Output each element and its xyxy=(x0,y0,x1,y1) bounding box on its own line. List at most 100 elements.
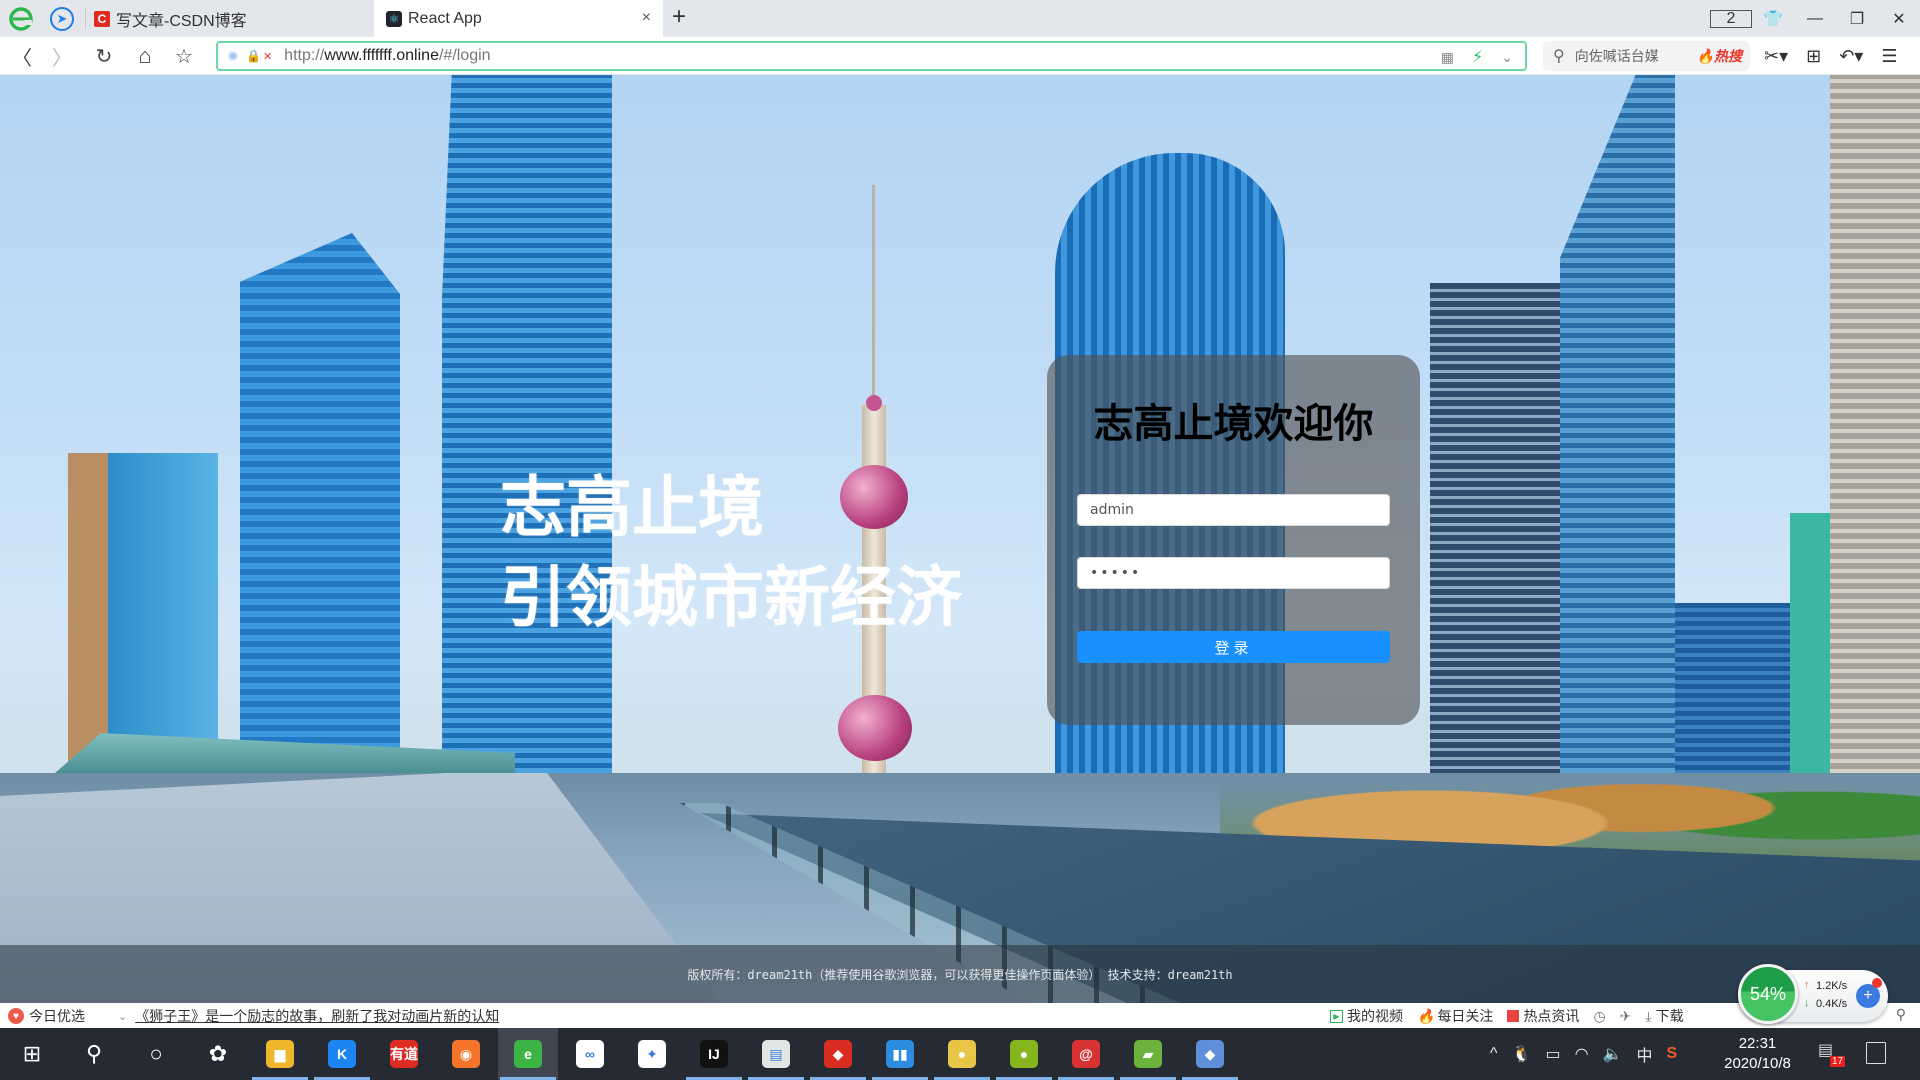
memory-usage-ball[interactable]: 54% xyxy=(1738,964,1798,1024)
system-clock[interactable]: 22:31 2020/10/8 xyxy=(1710,1034,1805,1074)
sogou-icon[interactable]: S xyxy=(1666,1045,1677,1063)
login-page: 志高止境 引领城市新经济 志高止境欢迎你 登录 版权所有：dream21th（推… xyxy=(0,75,1920,1003)
search-icon: ⚲ xyxy=(85,1041,103,1066)
bookmark-button[interactable]: ☆ xyxy=(170,42,198,70)
insecure-icon: ✕ xyxy=(262,50,273,63)
my-videos-link[interactable]: ▶ 我的视频 xyxy=(1330,1006,1403,1026)
qq-icon[interactable]: 🐧 xyxy=(1512,1044,1532,1064)
input-method-indicator[interactable]: 中 xyxy=(1636,1042,1652,1066)
app-snail-icon: @ xyxy=(1072,1040,1100,1068)
taskbar-app-intellij[interactable]: IJ xyxy=(684,1028,744,1080)
news-icon xyxy=(1507,1010,1520,1022)
undo-icon[interactable]: ↶▾ xyxy=(1839,46,1863,67)
taskbar-app-firefox[interactable]: ◉ xyxy=(436,1028,496,1080)
hot-news-link[interactable]: 热点资讯 xyxy=(1507,1006,1579,1026)
download-link[interactable]: ⤓ 下载 xyxy=(1645,1006,1683,1026)
page-footer: 版权所有：dream21th（推荐使用谷歌浏览器，可以获得更佳操作页面体验） 技… xyxy=(0,945,1920,1003)
taskbar-app-feishu[interactable]: ✦ xyxy=(622,1028,682,1080)
today-picks[interactable]: ♥ 今日优选 xyxy=(8,1006,85,1026)
clock-date: 2020/10/8 xyxy=(1724,1055,1791,1072)
chevron-down-icon[interactable]: ⌄ xyxy=(1501,49,1513,66)
hero-line-2: 引领城市新经济 xyxy=(500,559,962,636)
taskbar-app-start[interactable]: ⊞ xyxy=(2,1028,62,1080)
login-button[interactable]: 登录 xyxy=(1077,631,1390,663)
forward-button[interactable]: 〉 xyxy=(48,42,76,70)
taskbar-app-file-explorer[interactable]: ▆ xyxy=(250,1028,310,1080)
taskbar-app-youdao[interactable]: 有道 xyxy=(374,1028,434,1080)
media-tool-icon: ▮▮ xyxy=(886,1040,914,1068)
navigation-icon[interactable]: ➤ xyxy=(50,7,74,31)
taskbar-app-media-tool[interactable]: ▮▮ xyxy=(870,1028,930,1080)
terminal-icon: ▤ xyxy=(762,1040,790,1068)
daily-follow-link[interactable]: 🔥 每日关注 xyxy=(1417,1006,1493,1026)
tab-bar: ➤ C 写文章-CSDN博客 ⚛ React App × + 2 👕 — ❐ ✕ xyxy=(0,0,1920,37)
screenshot-icon[interactable]: ✂▾ xyxy=(1764,46,1788,67)
taskbar-app-app-melon[interactable]: ● xyxy=(994,1028,1054,1080)
minimize-button[interactable]: — xyxy=(1794,10,1836,28)
show-hidden-icons-button[interactable]: ^ xyxy=(1490,1045,1498,1063)
close-window-button[interactable]: ✕ xyxy=(1878,9,1920,29)
csdn-icon: C xyxy=(94,10,110,27)
taskbar-app-app-green[interactable]: ▰ xyxy=(1118,1028,1178,1080)
app-green-icon: ▰ xyxy=(1134,1040,1162,1068)
reload-button[interactable]: ↻ xyxy=(90,42,118,70)
taskbar-app-browser-360[interactable]: e xyxy=(498,1028,558,1080)
back-button[interactable]: 〈 xyxy=(8,42,36,70)
taskbar-app-redis[interactable]: ◆ xyxy=(808,1028,868,1080)
new-tab-button[interactable]: + xyxy=(672,3,686,31)
qr-code-icon[interactable]: ▦ xyxy=(1441,49,1454,66)
search-input[interactable]: ⚲ 向佐喊话台媒 🔥热搜 xyxy=(1543,41,1750,71)
browser-logo-icon[interactable] xyxy=(8,6,34,32)
rocket-icon[interactable]: ✈ xyxy=(1620,1008,1632,1025)
url-path: /#/login xyxy=(438,47,491,64)
news-link[interactable]: 《狮子王》是一个励志的故事，刷新了我对动画片新的认知 xyxy=(135,1006,499,1026)
news-ticker: ⌄ 《狮子王》是一个励志的故事，刷新了我对动画片新的认知 xyxy=(118,1006,499,1026)
taskbar-app-pinwheel[interactable]: ✿ xyxy=(188,1028,248,1080)
tab-react-app[interactable]: ⚛ React App × xyxy=(374,0,663,37)
wifi-icon[interactable]: ◠ xyxy=(1575,1044,1589,1064)
chevron-down-icon[interactable]: ⌄ xyxy=(118,1010,127,1023)
menu-icon[interactable]: ☰ xyxy=(1881,46,1897,67)
skin-icon[interactable]: 👕 xyxy=(1752,9,1794,29)
tab-csdn[interactable]: C 写文章-CSDN博客 xyxy=(94,0,374,37)
taskbar-app-app-snail[interactable]: @ xyxy=(1056,1028,1116,1080)
search-icon[interactable]: ⚲ xyxy=(1896,1006,1906,1023)
file-explorer-icon: ▆ xyxy=(266,1040,294,1068)
taskbar-app-app-yellow[interactable]: ● xyxy=(932,1028,992,1080)
username-input[interactable] xyxy=(1077,494,1390,526)
notification-count-badge: 17 xyxy=(1830,1056,1846,1067)
taskbar-app-search[interactable]: ⚲ xyxy=(64,1028,124,1080)
clock-icon[interactable]: ◷ xyxy=(1593,1008,1605,1025)
link-label: 每日关注 xyxy=(1437,1008,1494,1024)
tab-divider xyxy=(85,8,86,30)
network-speed-widget[interactable]: 54% ↑ 1.2K/s ↓ 0.4K/s + xyxy=(1738,964,1888,1024)
password-input[interactable] xyxy=(1077,557,1390,589)
baidu-netdisk-icon: ∞ xyxy=(576,1040,604,1068)
taskbar-app-kugou[interactable]: K xyxy=(312,1028,372,1080)
taskbar-app-app-diamond[interactable]: ◆ xyxy=(1180,1028,1240,1080)
close-tab-icon[interactable]: × xyxy=(642,9,651,27)
taskbar-app-baidu-netdisk[interactable]: ∞ xyxy=(560,1028,620,1080)
action-center-icon[interactable] xyxy=(1866,1042,1886,1064)
window-count-button[interactable]: 2 xyxy=(1710,9,1752,28)
taskbar-app-terminal[interactable]: ▤ xyxy=(746,1028,806,1080)
battery-icon[interactable]: ▭ xyxy=(1545,1044,1560,1064)
url-host: www.fffffff.online xyxy=(324,47,439,64)
hot-search-link[interactable]: 🔥热搜 xyxy=(1697,46,1742,66)
status-bar-links: ▶ 我的视频 🔥 每日关注 热点资讯 ◷ ✈ ⤓ 下载 xyxy=(1330,1006,1684,1026)
toolbar-icons: ✂▾ ⊞ ↶▾ ☰ xyxy=(1764,41,1897,71)
maximize-button[interactable]: ❐ xyxy=(1836,9,1878,29)
cortana-icon: ○ xyxy=(149,1041,163,1066)
home-button[interactable]: ⌂ xyxy=(131,42,159,70)
taskbar-app-cortana[interactable]: ○ xyxy=(126,1028,186,1080)
hot-search-label: 热搜 xyxy=(1714,48,1742,64)
building xyxy=(1830,75,1920,843)
download-speed: 0.4K/s xyxy=(1816,998,1848,1010)
address-bar[interactable]: 🔒 ✕ http://www.fffffff.online/#/login ▦ … xyxy=(216,41,1527,71)
volume-icon[interactable]: 🔈 xyxy=(1603,1044,1623,1064)
clock-time: 22:31 xyxy=(1738,1035,1777,1052)
apps-grid-icon[interactable]: ⊞ xyxy=(1806,46,1821,67)
pinwheel-icon: ✿ xyxy=(208,1041,228,1066)
speed-mode-icon[interactable]: ⚡ xyxy=(1472,47,1483,67)
link-label: 我的视频 xyxy=(1347,1008,1403,1024)
